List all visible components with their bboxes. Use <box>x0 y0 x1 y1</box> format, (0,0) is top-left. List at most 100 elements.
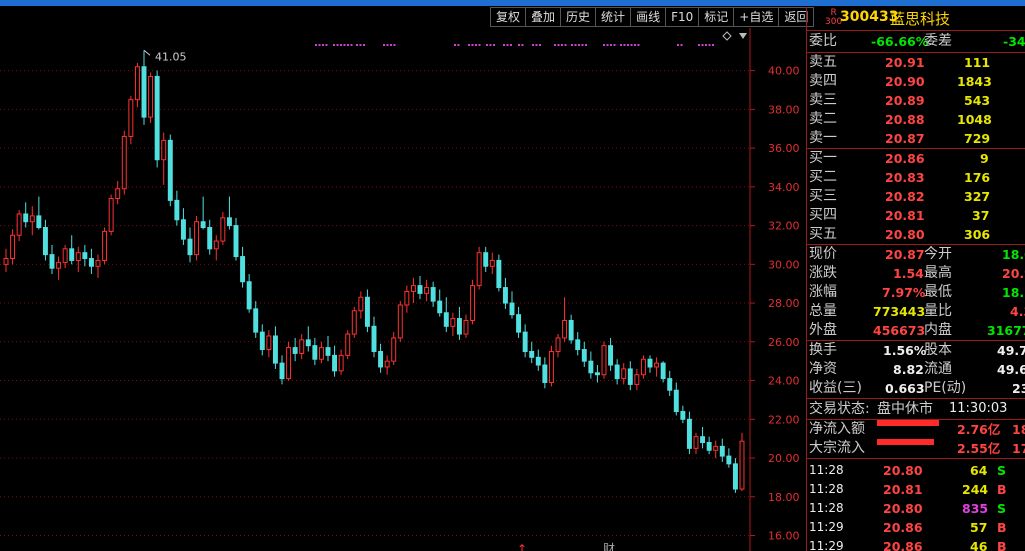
event-dot <box>708 44 711 46</box>
candle-body <box>509 302 515 316</box>
y-axis-labels: 40.00 38.00 36.00 34.00 32.00 30.00 28.00 26.00… <box>750 65 800 543</box>
quote-row: 现价20.87今开18.0 <box>809 246 1025 262</box>
candle-body <box>69 248 75 261</box>
event-dot <box>363 44 365 46</box>
y-tick-label: 40.00 <box>768 65 800 78</box>
tick-row: 11:29 20.86 46 B <box>809 539 1007 551</box>
candle-body <box>581 349 587 362</box>
candle-body <box>128 99 134 137</box>
flow-bar <box>877 439 934 445</box>
event-dot <box>627 44 629 46</box>
candle-body <box>36 215 42 229</box>
y-tick-label: 20.00 <box>768 452 800 465</box>
candle-body <box>3 258 9 265</box>
event-dot <box>535 44 538 46</box>
event-dot <box>571 44 573 46</box>
candle-body <box>187 238 193 256</box>
tick-list[interactable]: 11:28 20.80 64 S 11:28 20.81 244 B 11:28 20.80 8… <box>807 459 1025 551</box>
event-dot <box>315 44 317 46</box>
candle-body <box>364 296 370 327</box>
ask-row: 卖一 20.87 729 <box>809 130 991 146</box>
candle-body <box>338 354 344 372</box>
candle-body <box>286 347 292 380</box>
stock-header: R 300 300433 蓝思科技 <box>807 7 1025 31</box>
top-blue-strip <box>0 0 1025 6</box>
restore-rights-button[interactable]: 复权 <box>490 7 527 27</box>
overlay-button[interactable]: 叠加 <box>525 7 562 27</box>
diamond-icon[interactable] <box>722 31 732 41</box>
event-dot <box>680 44 683 46</box>
bid-row: 买三 20.82 327 <box>809 188 991 204</box>
candle-body <box>10 234 16 260</box>
peak-price-label: 41.05 <box>155 50 187 63</box>
event-dot <box>347 44 349 46</box>
candle-body <box>95 259 101 267</box>
statistics-button[interactable]: 统计 <box>595 7 632 27</box>
candle-body <box>358 296 364 312</box>
candle-body <box>456 318 462 335</box>
candle-body <box>115 188 121 199</box>
candle-body <box>594 372 600 376</box>
f10-button[interactable]: F10 <box>665 7 700 27</box>
event-mark-finance: 财 <box>603 542 615 551</box>
peak-arrow-icon <box>143 49 151 56</box>
candle-body <box>272 335 278 364</box>
event-dot <box>318 44 321 46</box>
event-dot <box>613 44 616 46</box>
candle-body <box>207 227 213 250</box>
candle-body <box>312 345 318 360</box>
mark-button[interactable]: 标记 <box>698 7 735 27</box>
collapse-icon[interactable] <box>739 33 747 39</box>
y-tick-label: 24.00 <box>768 375 800 388</box>
candle-body <box>325 347 331 356</box>
ask-book: 卖五 20.91 111 卖四 20.90 1843 卖三 20.89 543 卖二 20.8… <box>807 53 1025 149</box>
candlestick-chart[interactable]: 40.00 38.00 36.00 34.00 32.00 30.00 28.00 26.00… <box>0 28 805 551</box>
candle-body <box>680 411 686 420</box>
event-dot <box>503 44 505 46</box>
stock-name: 蓝思科技 <box>890 10 951 28</box>
quote-row: 涨跌1.54最高20.9 <box>809 265 1025 281</box>
candle-body <box>167 139 173 201</box>
flow-row: 大宗流入 2.55亿 17 <box>809 439 1025 456</box>
candle-body <box>299 339 305 354</box>
candle-body <box>213 240 219 250</box>
candle-body <box>700 436 706 444</box>
candle-body <box>522 331 528 352</box>
history-button[interactable]: 历史 <box>560 7 597 27</box>
ask-row: 卖四 20.90 1843 <box>809 73 992 89</box>
event-dot <box>386 44 389 46</box>
candle-body <box>463 319 469 335</box>
candle-body <box>253 308 259 333</box>
y-tick-label: 22.00 <box>768 413 800 426</box>
candle-body <box>627 368 633 385</box>
candle-body <box>292 347 298 354</box>
quote-row: 涨幅7.97%最低18.1 <box>809 284 1025 300</box>
add-watchlist-button[interactable]: +自选 <box>733 7 780 27</box>
candle-body <box>82 252 88 260</box>
candle-body <box>516 314 522 333</box>
candle-body <box>667 378 673 391</box>
finance-block: 换手 1.56% 股本 49.7 净资 8.82 流通 49.6 收益(三) 0.663 PE(… <box>807 341 1025 399</box>
event-dot <box>585 44 587 46</box>
event-dot <box>454 44 456 46</box>
quote-block: 现价20.87今开18.0 涨跌1.54最高20.9 涨幅7.97%最低18.1… <box>807 245 1025 341</box>
candle-body <box>470 285 476 321</box>
candle-body <box>23 213 29 223</box>
candle-body <box>246 281 252 310</box>
draw-line-button[interactable]: 画线 <box>630 7 667 27</box>
candle-body <box>16 213 22 236</box>
event-dot <box>336 44 339 46</box>
candle-body <box>430 287 436 302</box>
candle-body <box>640 358 646 376</box>
event-dot <box>489 44 492 46</box>
candle-body <box>450 318 456 327</box>
candle-body <box>29 215 35 223</box>
event-dot <box>475 44 477 46</box>
quote-row: 总量773443量比4.3 <box>809 303 1025 319</box>
candle-body <box>706 442 712 451</box>
candle-body <box>404 290 410 306</box>
bid-row: 买一 20.86 9 <box>809 150 989 166</box>
tick-row: 11:29 20.86 57 B <box>809 520 1007 535</box>
candle-body <box>134 66 140 101</box>
event-dot <box>539 44 541 46</box>
